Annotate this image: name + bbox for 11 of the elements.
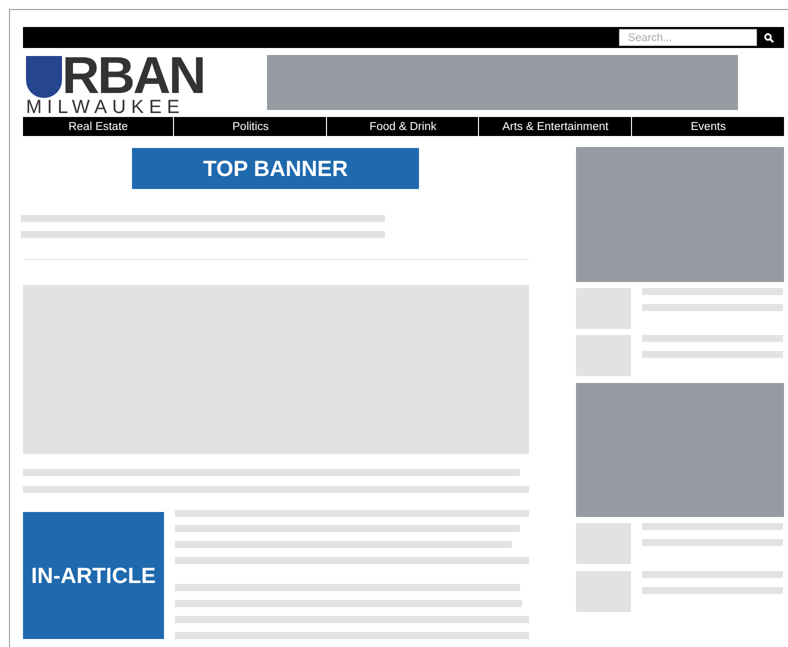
logo-subtitle: MILWAUKEE [26,98,186,118]
in-article-banner: IN-ARTICLE [23,512,164,639]
logo-wordmark: RBAN [62,54,204,98]
search-field[interactable]: Search... [619,29,757,46]
search-icon[interactable] [764,32,774,42]
thumbnail-placeholder [576,335,631,376]
top-banner: TOP BANNER [132,148,419,189]
shield-icon [26,56,62,98]
thumbnail-placeholder [576,571,631,612]
thumbnail-placeholder [576,523,631,564]
thumbnail-placeholder [576,288,631,329]
